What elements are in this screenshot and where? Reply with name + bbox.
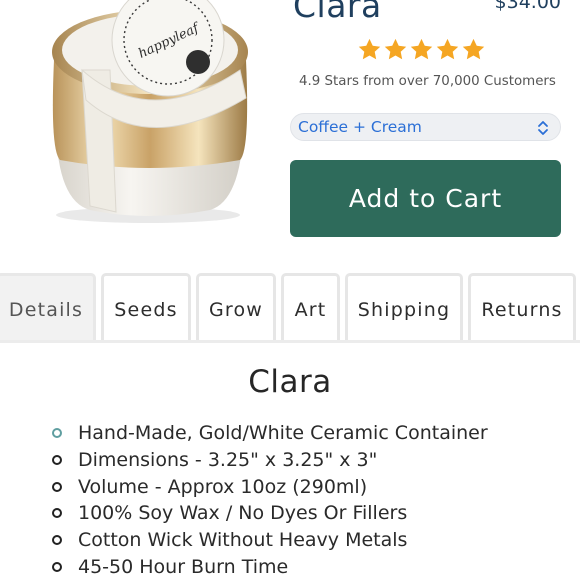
list-item: 100% Soy Wax / No Dyes Or Fillers bbox=[50, 500, 488, 527]
star-icon bbox=[358, 38, 381, 60]
star-icon bbox=[410, 38, 433, 60]
add-to-cart-button[interactable]: Add to Cart bbox=[290, 160, 561, 237]
select-updown-icon bbox=[538, 121, 548, 135]
bullet-icon bbox=[52, 481, 62, 492]
rating-stars bbox=[357, 37, 486, 62]
rating-summary: 4.9 Stars from over 70,000 Customers bbox=[299, 74, 556, 89]
star-icon bbox=[436, 38, 459, 60]
bullet-icon bbox=[52, 428, 62, 438]
tabs-divider bbox=[0, 340, 580, 343]
list-item: Dimensions - 3.25" x 3.25" x 3" bbox=[50, 447, 488, 474]
product-price: $34.00 bbox=[494, 0, 561, 13]
list-item: Volume - Approx 10oz (290ml) bbox=[50, 474, 488, 501]
details-heading: Clara bbox=[248, 364, 332, 400]
tab-shipping[interactable]: Shipping bbox=[345, 273, 463, 343]
feature-text: 45-50 Hour Burn Time bbox=[78, 555, 289, 578]
bullet-icon bbox=[52, 535, 62, 546]
star-icon bbox=[384, 38, 407, 60]
tab-returns[interactable]: Returns bbox=[468, 273, 576, 343]
feature-text: Hand-Made, Gold/White Ceramic Container bbox=[78, 422, 488, 444]
bullet-icon bbox=[52, 561, 62, 572]
star-icon bbox=[462, 38, 485, 60]
product-title: Clara bbox=[293, 0, 382, 25]
variant-selected-value: Coffee + Cream bbox=[298, 118, 422, 136]
feature-text: Volume - Approx 10oz (290ml) bbox=[78, 475, 368, 498]
feature-text: Cotton Wick Without Heavy Metals bbox=[78, 529, 408, 552]
product-tabs: Details Seeds Grow Art Shipping Returns bbox=[0, 273, 580, 343]
list-item: 45-50 Hour Burn Time bbox=[50, 554, 488, 580]
variant-select[interactable]: Coffee + Cream bbox=[290, 113, 561, 141]
feature-text: 100% Soy Wax / No Dyes Or Fillers bbox=[78, 502, 408, 525]
bullet-icon bbox=[52, 454, 62, 465]
bullet-icon bbox=[52, 508, 62, 519]
feature-text: Dimensions - 3.25" x 3.25" x 3" bbox=[78, 448, 378, 471]
product-image: happyleaf bbox=[20, 0, 270, 238]
tab-seeds[interactable]: Seeds bbox=[101, 273, 191, 343]
tab-details[interactable]: Details bbox=[0, 273, 96, 343]
feature-list: Hand-Made, Gold/White Ceramic Container … bbox=[50, 420, 488, 580]
tab-art[interactable]: Art bbox=[281, 273, 340, 343]
list-item: Hand-Made, Gold/White Ceramic Container bbox=[50, 420, 488, 447]
candle-jar-illustration: happyleaf bbox=[52, 0, 248, 223]
tab-grow[interactable]: Grow bbox=[196, 273, 276, 343]
list-item: Cotton Wick Without Heavy Metals bbox=[50, 527, 488, 554]
